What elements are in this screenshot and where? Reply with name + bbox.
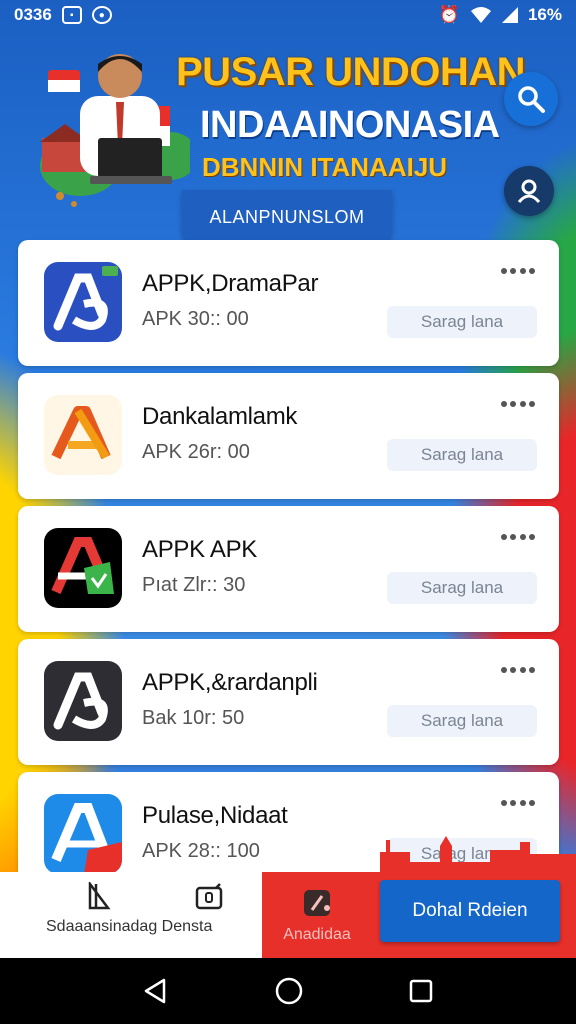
app-meta: Bak 10r: 50: [142, 707, 245, 729]
signal-icon: [501, 7, 518, 23]
banner-title: PUSAR UNDOHAN: [176, 50, 526, 94]
profile-button[interactable]: [504, 166, 554, 216]
app-meta: Pıat Zlr:: 30: [142, 574, 246, 596]
shield-icon: ●: [91, 6, 112, 24]
a-logo-dark-icon: [44, 661, 122, 741]
status-time: 0336: [14, 5, 52, 24]
install-button[interactable]: Sarag lana: [387, 572, 537, 604]
presenter-illustration: [40, 54, 190, 207]
banner-tagline: DBNNIN ITANAAIJU: [202, 152, 448, 182]
download-button[interactable]: Dohal Rdeien: [380, 880, 560, 942]
more-options-icon[interactable]: [501, 665, 535, 675]
app-meta: APK 30:: 00: [142, 308, 249, 330]
user-icon: [517, 179, 541, 204]
a-logo-flag-icon: [44, 528, 122, 608]
search-icon: [518, 86, 545, 113]
more-options-icon[interactable]: [501, 798, 535, 808]
list-item[interactable]: APPK,DramaPar APK 30:: 00 Sarag lana: [18, 240, 559, 366]
notification-icon: ▪: [61, 6, 82, 24]
bookmark-icon: [88, 882, 111, 910]
app-meta: APK 28:: 100: [142, 840, 260, 862]
app-name: APPK,&rardanpli: [142, 669, 318, 696]
more-options-icon[interactable]: [501, 532, 535, 542]
status-bar: 0336 ▪ ● ⏰ 16%: [0, 0, 576, 30]
alarm-icon: ⏰: [438, 5, 460, 24]
nav-home[interactable]: Sdaaansinadag Densta: [46, 872, 246, 958]
skyline-decoration: [380, 836, 576, 876]
app-meta: APK 26r: 00: [142, 441, 250, 463]
list-item[interactable]: Dankalamlamk APK 26r: 00 Sarag lana: [18, 373, 559, 499]
list-item[interactable]: APPK APK Pıat Zlr:: 30 Sarag lana: [18, 506, 559, 632]
banner-subtitle: INDAAINONASIA: [200, 104, 500, 146]
app-name: APPK APK: [142, 536, 257, 563]
promo-banner[interactable]: PUSAR UNDOHAN INDAAINONASIA DBNNIN ITANA…: [0, 30, 576, 244]
battery-level: 16%: [527, 5, 562, 24]
search-button[interactable]: [504, 72, 558, 126]
a-logo-orange-icon: [44, 395, 122, 475]
wifi-icon: [470, 7, 491, 23]
install-button[interactable]: Sarag lana: [387, 306, 537, 338]
nav-home-label: Sdaaansinadag Densta: [46, 918, 213, 935]
more-options-icon[interactable]: [501, 266, 535, 276]
banner-tab[interactable]: ALANPNUNSLOM: [182, 190, 392, 244]
back-icon[interactable]: [142, 977, 170, 1005]
recents-icon[interactable]: [408, 978, 434, 1004]
list-item[interactable]: APPK,&rardanpli Bak 10r: 50 Sarag lana: [18, 639, 559, 765]
bottom-nav: Sdaaansinadag Densta Anadidaa Dohal Rdei…: [0, 836, 576, 958]
app-name: APPK,DramaPar: [142, 270, 319, 297]
home-icon[interactable]: [274, 976, 304, 1006]
nav-center-label: Anadidaa: [283, 926, 351, 943]
install-button[interactable]: Sarag lana: [387, 705, 537, 737]
a-logo-blue-icon: [44, 262, 122, 342]
system-nav-bar: [0, 958, 576, 1024]
device-icon: [195, 883, 223, 910]
more-options-icon[interactable]: [501, 399, 535, 409]
install-button[interactable]: Sarag lana: [387, 439, 537, 471]
app-name: Pulase,Nidaat: [142, 802, 288, 829]
nav-center[interactable]: Anadidaa: [262, 872, 372, 958]
app-name: Dankalamlamk: [142, 403, 298, 430]
notes-icon: [304, 890, 330, 916]
a-logo-sky-icon: [44, 794, 122, 874]
